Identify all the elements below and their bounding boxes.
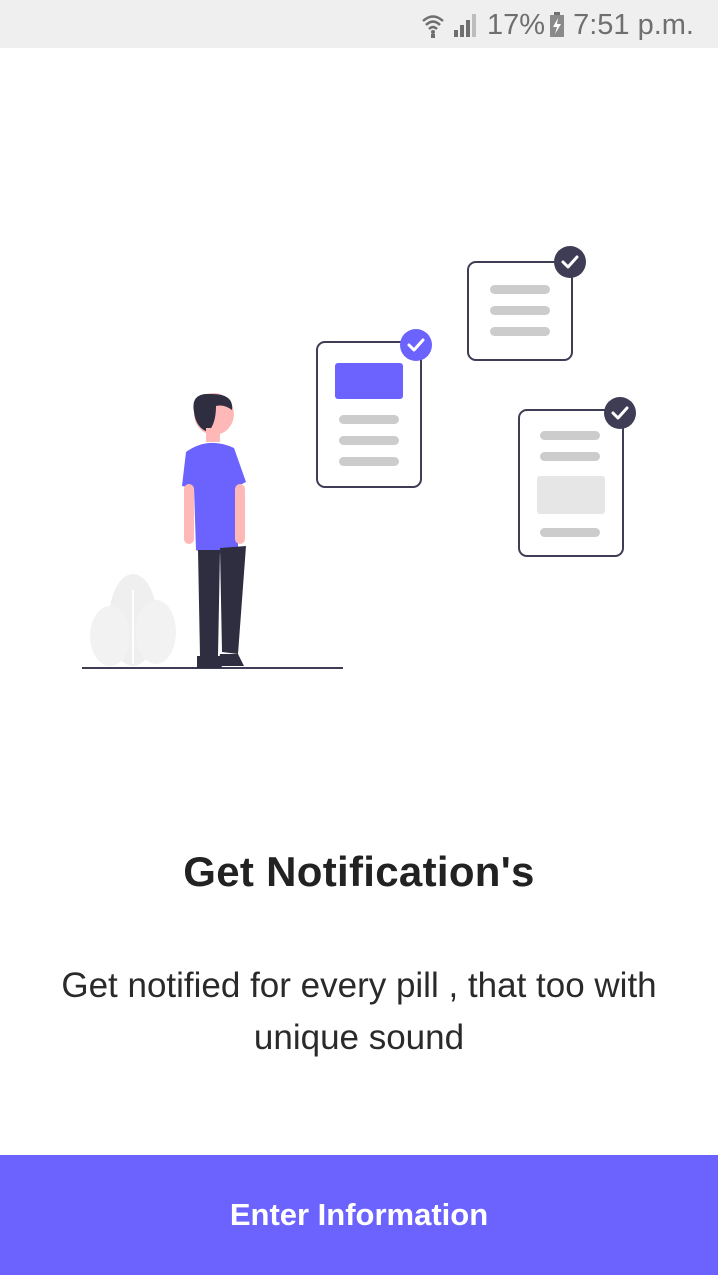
battery-charging-icon: [549, 12, 565, 38]
person-icon: [182, 393, 246, 668]
status-icons: 17% 7:51 p.m.: [421, 8, 694, 42]
notification-card: [467, 246, 586, 361]
page-title: Get Notification's: [183, 848, 535, 895]
clock: 7:51 p.m.: [573, 9, 694, 41]
status-bar: 17% 7:51 p.m.: [0, 0, 718, 48]
page-description: Get notified for every pill , that too w…: [61, 966, 657, 1057]
enter-information-button[interactable]: Enter Information: [0, 1155, 718, 1275]
illustration: [0, 48, 718, 748]
battery-percent: 17%: [487, 9, 546, 41]
plant-icon: [90, 574, 176, 666]
notification-illustration: [82, 246, 636, 669]
signal-icon: [453, 12, 479, 38]
notification-card: [518, 397, 636, 557]
notification-card: [316, 329, 432, 488]
wifi-icon: [421, 12, 445, 38]
